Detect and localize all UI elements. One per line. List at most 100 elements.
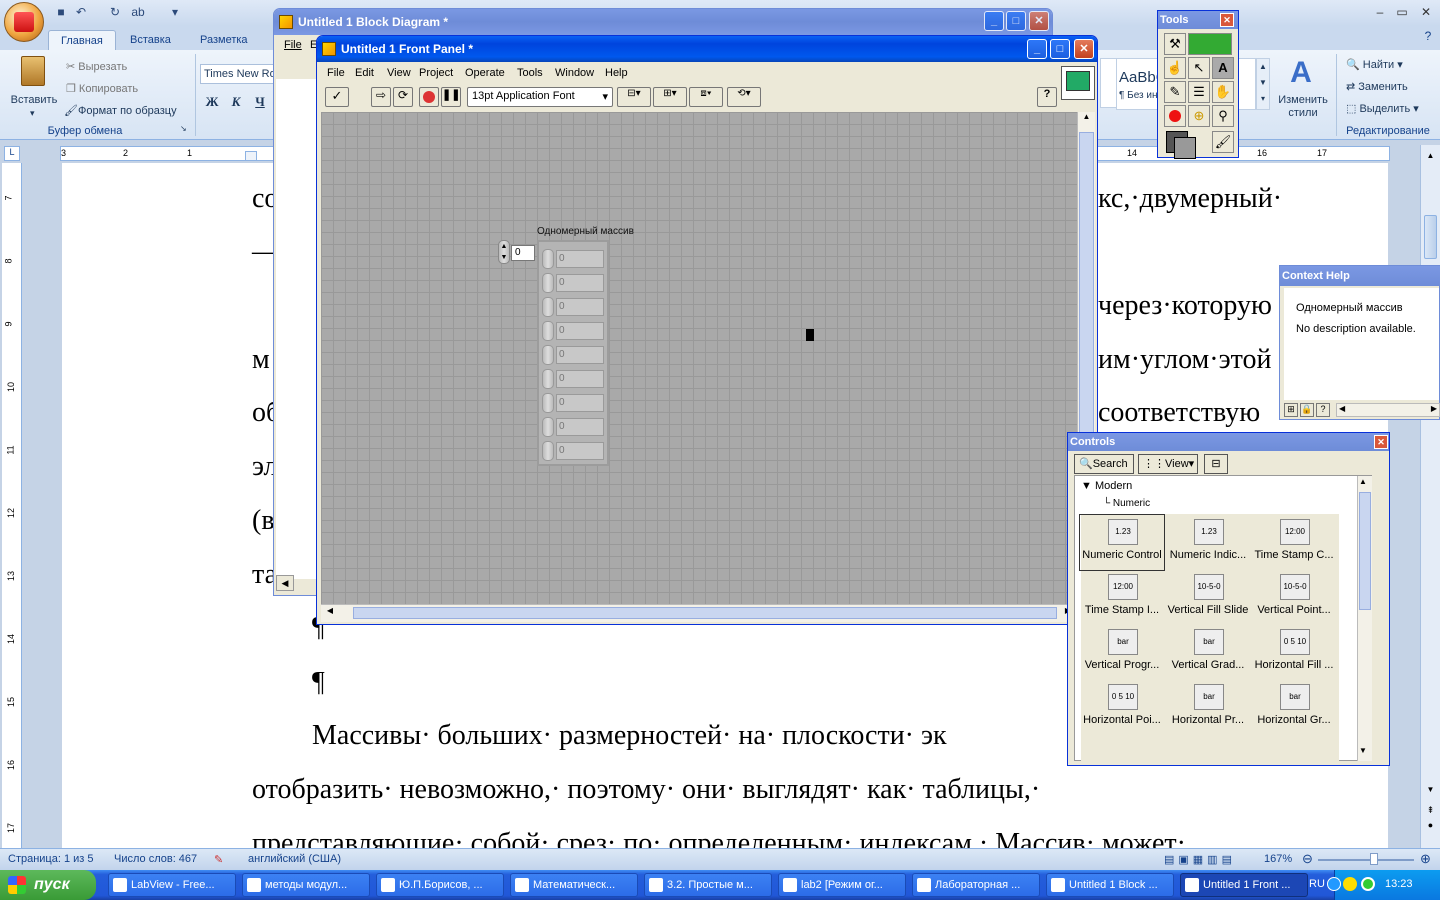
prev-page-icon[interactable]: ⇞ — [1424, 805, 1437, 817]
control-item[interactable]: 10-5-0 Vertical Point... — [1252, 570, 1336, 625]
bd-maximize-button[interactable]: □ — [1006, 11, 1026, 31]
control-item[interactable]: 1.23 Numeric Indic... — [1166, 515, 1250, 570]
controls-scroll-thumb[interactable] — [1359, 492, 1371, 610]
array-label[interactable]: Одномерный массив — [537, 226, 634, 237]
ch-scroll-right-icon[interactable]: ▶ — [1431, 404, 1437, 413]
show-optional-terminals-icon[interactable]: ⊞ — [1284, 403, 1298, 417]
run-mode-check-icon[interactable]: ✓ — [325, 87, 349, 107]
bd-menu-file[interactable]: File — [284, 39, 302, 51]
tab-home[interactable]: Главная — [48, 30, 116, 50]
array-element[interactable]: 0 — [556, 394, 604, 412]
underline-button[interactable]: Ч — [250, 94, 270, 114]
word-close-button[interactable]: ✕ — [1416, 4, 1436, 20]
menu-edit[interactable]: Edit — [355, 67, 374, 79]
tab-insert[interactable]: Вставка — [118, 30, 183, 50]
help-icon[interactable]: ? — [1418, 28, 1438, 44]
doc-line[interactable]: представляющие· собой· срез· по· определ… — [252, 828, 1186, 848]
start-button[interactable]: пуск — [0, 870, 96, 900]
pause-icon[interactable]: ❚❚ — [441, 87, 461, 107]
view-buttons[interactable]: ▤▣▦▥▤ — [1164, 853, 1236, 866]
scroll-thumb[interactable] — [1424, 215, 1437, 259]
taskbar-item[interactable]: Untitled 1 Front ... — [1180, 873, 1308, 897]
browse-object-icon[interactable]: ● — [1424, 820, 1437, 832]
pin-palette-icon[interactable]: ⊟ — [1204, 454, 1228, 474]
fp-hscroll-thumb[interactable] — [353, 607, 1057, 619]
tab-selector[interactable]: L — [4, 146, 20, 161]
control-item[interactable]: bar Horizontal Pr... — [1166, 680, 1250, 735]
doc-line[interactable]: соответствую — [1098, 397, 1260, 429]
fp-minimize-button[interactable]: _ — [1027, 39, 1047, 59]
controls-search-button[interactable]: 🔍Search — [1074, 454, 1134, 474]
element-incdec[interactable] — [542, 441, 554, 461]
connect-wire-icon[interactable]: ✎ — [1164, 81, 1186, 103]
language-status[interactable]: английский (США) — [248, 853, 341, 865]
detailed-help-icon[interactable]: ? — [1316, 403, 1330, 417]
paste-dropdown-icon[interactable]: ▾ — [30, 108, 35, 119]
object-shortcut-icon[interactable]: ☰ — [1188, 81, 1210, 103]
bd-minimize-button[interactable]: _ — [984, 11, 1004, 31]
word-minimize-button[interactable]: ‒ — [1370, 4, 1390, 20]
fp-scroll-left-icon[interactable]: ◀ — [323, 606, 337, 620]
fp-close-button[interactable]: ✕ — [1074, 39, 1094, 59]
array-element[interactable]: 0 — [556, 346, 604, 364]
taskbar-item[interactable]: LabView - Free... — [108, 873, 236, 897]
breakpoint-icon[interactable] — [1164, 105, 1186, 127]
change-styles-icon[interactable]: A — [1284, 56, 1318, 90]
tray-icon-1[interactable] — [1343, 877, 1357, 891]
style-gallery-scroll[interactable]: ▲ ▼ ▾ — [1256, 58, 1270, 110]
taskbar-item[interactable]: методы модул... — [242, 873, 370, 897]
element-incdec[interactable] — [542, 417, 554, 437]
zoom-slider-thumb[interactable] — [1370, 853, 1378, 865]
paste-button[interactable] — [8, 56, 58, 96]
office-button[interactable] — [4, 2, 44, 42]
menu-file[interactable]: File — [327, 67, 345, 79]
array-element[interactable]: 0 — [556, 442, 604, 460]
taskbar-item[interactable]: lab2 [Режим ог... — [778, 873, 906, 897]
doc-line[interactable]: Массивы· больших· размерностей· на· плос… — [312, 720, 947, 752]
distribute-objects-icon[interactable]: ⊞▾ — [653, 87, 687, 107]
undo-icon[interactable]: ↶ — [74, 6, 88, 19]
operate-hand-icon[interactable]: ☝ — [1164, 57, 1186, 79]
auto-tool-toggle-icon[interactable] — [1188, 33, 1232, 55]
control-item[interactable]: 12:00 Time Stamp C... — [1252, 515, 1336, 570]
taskbar-item[interactable]: 3.2. Простые м... — [644, 873, 772, 897]
doc-line[interactable]: им·углом·этой — [1098, 344, 1271, 376]
zoom-slider[interactable] — [1318, 859, 1414, 861]
fp-maximize-button[interactable]: □ — [1050, 39, 1070, 59]
bd-canvas[interactable] — [276, 79, 318, 579]
clock[interactable]: 13:23 — [1385, 878, 1413, 890]
font-selector[interactable]: 13pt Application Font ▾ — [467, 87, 613, 107]
align-objects-icon[interactable]: ⊟▾ — [617, 87, 651, 107]
ch-scroll-left-icon[interactable]: ◀ — [1339, 404, 1345, 413]
cut-button[interactable]: ✂ Вырезать — [66, 60, 127, 73]
tab-page-layout[interactable]: Разметка стра — [188, 30, 278, 50]
control-item[interactable]: bar Horizontal Gr... — [1252, 680, 1336, 735]
doc-line[interactable]: кс,·двумерный· — [1098, 183, 1282, 215]
language-indicator[interactable]: RU — [1309, 878, 1325, 890]
index-display[interactable]: 0 — [511, 245, 535, 261]
array-element[interactable]: 0 — [556, 274, 604, 292]
change-styles-button[interactable]: Изменить стили — [1272, 94, 1334, 120]
position-arrow-icon[interactable]: ↖ — [1188, 57, 1210, 79]
abort-button[interactable] — [419, 87, 439, 107]
menu-view[interactable]: View — [387, 67, 411, 79]
menu-operate[interactable]: Operate — [465, 67, 505, 79]
controls-close-button[interactable]: ✕ — [1374, 435, 1388, 449]
control-item[interactable]: bar Vertical Progr... — [1080, 625, 1164, 680]
zoom-out-icon[interactable]: ⊖ — [1302, 851, 1313, 867]
scroll-hand-icon[interactable]: ✋ — [1212, 81, 1234, 103]
word-restore-button[interactable]: ▭ — [1392, 4, 1412, 20]
taskbar-item[interactable]: Математическ... — [510, 873, 638, 897]
menu-tools[interactable]: Tools — [517, 67, 543, 79]
doc-line[interactable]: (в — [252, 505, 275, 537]
proofing-icon[interactable]: ✎ — [214, 853, 223, 866]
controls-scroll-up-icon[interactable]: ▲ — [1359, 477, 1367, 486]
taskbar-item[interactable]: Ю.П.Борисов, ... — [376, 873, 504, 897]
context-help-icon[interactable]: ? — [1037, 87, 1057, 107]
array-element[interactable]: 0 — [556, 298, 604, 316]
fp-scroll-up-icon[interactable]: ▲ — [1079, 112, 1094, 126]
element-incdec[interactable] — [542, 249, 554, 269]
bd-scroll-left-icon[interactable]: ◀ — [276, 575, 294, 591]
auto-tool-icon[interactable]: ⚒ — [1164, 33, 1186, 55]
resize-objects-icon[interactable]: ⧈▾ — [689, 87, 723, 107]
